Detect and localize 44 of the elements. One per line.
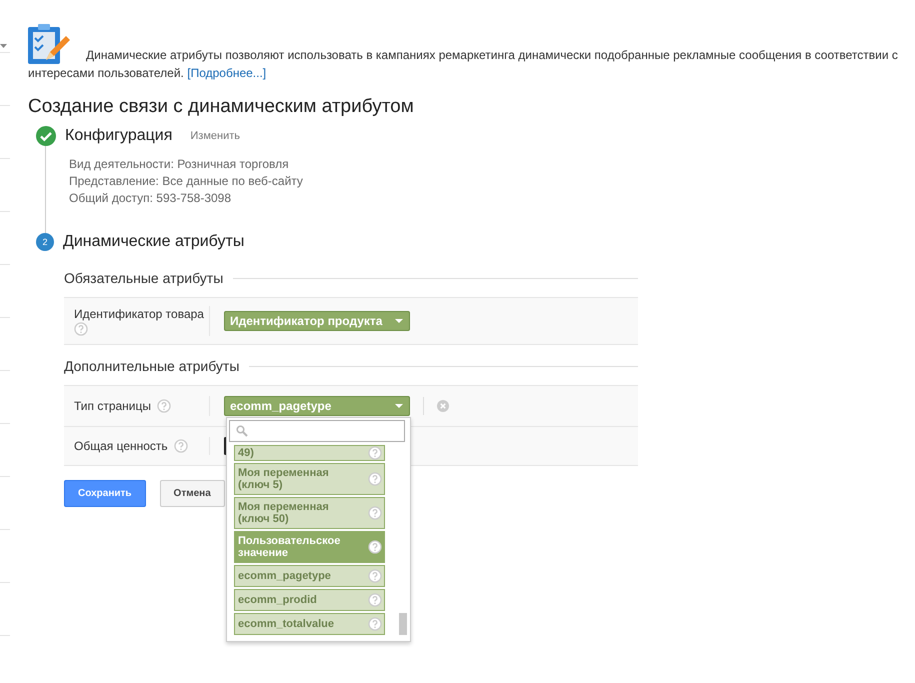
dropdown-option[interactable]: Моя переменная (ключ 50) bbox=[234, 497, 385, 529]
config-detail: Представление: Все данные по веб-сайту bbox=[69, 173, 304, 190]
help-icon[interactable] bbox=[368, 506, 382, 520]
scrollbar[interactable] bbox=[399, 613, 407, 635]
help-icon[interactable] bbox=[74, 322, 88, 336]
help-icon[interactable] bbox=[368, 540, 382, 554]
dropdown-option[interactable]: ecomm_prodid bbox=[234, 589, 385, 611]
search-icon bbox=[236, 425, 248, 437]
config-detail: Общий доступ: 593-758-3098 bbox=[69, 190, 232, 207]
config-detail: Вид деятельности: Розничная торговля bbox=[69, 156, 290, 173]
help-icon[interactable] bbox=[368, 446, 382, 460]
search-field[interactable] bbox=[229, 420, 405, 442]
help-icon[interactable] bbox=[157, 399, 172, 413]
cancel-button[interactable]: Отмена bbox=[160, 480, 225, 507]
edit-link[interactable]: Изменить bbox=[190, 130, 240, 142]
page-title: Создание связи с динамическим атрибутом bbox=[28, 96, 415, 118]
dropdown-option[interactable]: ecomm_pagetype bbox=[234, 565, 385, 587]
step-number: 2 bbox=[36, 233, 54, 251]
attribute-label: Тип страницы bbox=[74, 398, 152, 414]
learn-more-link[interactable]: [Подробнее...] bbox=[187, 66, 266, 80]
help-icon[interactable] bbox=[368, 617, 382, 631]
attribute-label: Идентификатор товара bbox=[74, 306, 204, 322]
attribute-select[interactable] bbox=[224, 437, 227, 455]
section-title: Дополнительные атрибуты bbox=[64, 358, 240, 374]
help-icon[interactable] bbox=[368, 569, 382, 583]
remove-icon[interactable] bbox=[437, 400, 449, 412]
caret-icon[interactable] bbox=[0, 44, 7, 48]
section-title: Обязательные атрибуты bbox=[64, 270, 224, 286]
check-icon bbox=[36, 126, 56, 146]
dropdown-option[interactable]: 49) bbox=[234, 445, 385, 461]
help-icon[interactable] bbox=[368, 472, 382, 486]
dropdown-option[interactable]: ecomm_totalvalue bbox=[234, 613, 385, 635]
dropdown-option[interactable]: Моя переменная (ключ 5) bbox=[234, 463, 385, 495]
step-title: Динамические атрибуты bbox=[63, 233, 244, 251]
help-icon[interactable] bbox=[174, 439, 188, 453]
dropdown-option[interactable]: Пользовательское значение bbox=[234, 531, 385, 563]
attribute-select[interactable]: Идентификатор продукта bbox=[224, 311, 410, 331]
attribute-select[interactable]: ecomm_pagetype bbox=[224, 396, 410, 416]
attribute-label: Общая ценность bbox=[74, 438, 168, 454]
clipboard-icon bbox=[28, 22, 72, 64]
intro-text: Динамические атрибуты позволяют использовать в кампаниях ремаркетинга динамически подобранные рекламные сообщения в соответствии с интересами пользователей. [Подробнее...] bbox=[28, 48, 898, 80]
save-button[interactable]: Сохранить bbox=[64, 480, 146, 507]
help-icon[interactable] bbox=[368, 593, 382, 607]
step-title: Конфигурация bbox=[65, 127, 172, 145]
